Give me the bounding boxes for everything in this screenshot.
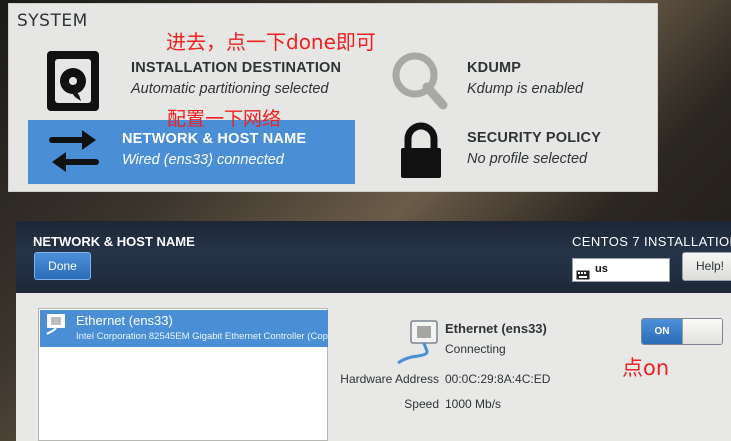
device-connection-status: Connecting — [445, 342, 506, 356]
padlock-icon — [389, 119, 453, 183]
spoke-kdump[interactable]: KDUMP Kdump is enabled — [389, 49, 639, 113]
device-name: Ethernet (ens33) — [76, 313, 173, 328]
hardware-address-value: 00:0C:29:8A:4C:ED — [445, 372, 551, 386]
ethernet-icon — [45, 313, 67, 335]
toggle-on-label: ON — [642, 319, 682, 344]
connection-toggle-switch[interactable]: ON — [641, 318, 723, 345]
keyboard-icon — [576, 265, 590, 280]
spoke-title: NETWORK & HOST NAME — [122, 131, 307, 147]
magnifier-icon — [389, 49, 453, 113]
network-page-title: NETWORK & HOST NAME — [33, 234, 195, 249]
spoke-security-policy[interactable]: SECURITY POLICY No profile selected — [389, 119, 639, 183]
spoke-title: INSTALLATION DESTINATION — [131, 60, 342, 76]
device-detail-name: Ethernet (ens33) — [445, 321, 547, 336]
annotation-enter-done: 进去，点一下done即可 — [166, 30, 376, 54]
spoke-title: SECURITY POLICY — [467, 130, 602, 146]
network-arrows-icon — [42, 120, 106, 184]
spoke-status: Automatic partitioning selected — [131, 81, 329, 97]
disk-icon — [45, 49, 109, 113]
hardware-address-label: Hardware Address — [340, 372, 439, 386]
help-button[interactable]: Help! — [682, 252, 731, 281]
device-description: Intel Corporation 82545EM Gigabit Ethern… — [76, 331, 328, 342]
annotation-configure-network: 配置一下网络 — [167, 108, 282, 130]
installation-title: CENTOS 7 INSTALLATION — [572, 234, 731, 249]
done-button[interactable]: Done — [34, 252, 91, 280]
keyboard-layout-indicator[interactable]: us — [572, 258, 670, 282]
toggle-knob[interactable] — [682, 319, 722, 344]
spoke-title: KDUMP — [467, 60, 522, 76]
annotation-click-on: 点on — [622, 356, 670, 380]
system-panel: SYSTEM INSTALLATION DESTINATION Automati… — [8, 3, 658, 192]
spoke-status: Kdump is enabled — [467, 81, 584, 97]
device-list-item[interactable]: Ethernet (ens33) Intel Corporation 82545… — [40, 310, 328, 347]
network-header-bar: NETWORK & HOST NAME Done CENTOS 7 INSTAL… — [16, 221, 731, 293]
speed-label: Speed — [404, 397, 439, 411]
spoke-status: No profile selected — [467, 151, 588, 167]
device-list: Ethernet (ens33) Intel Corporation 82545… — [38, 308, 328, 441]
speed-value: 1000 Mb/s — [445, 397, 502, 411]
ethernet-large-icon — [396, 320, 444, 365]
spoke-status: Wired (ens33) connected — [122, 152, 284, 168]
system-section-title: SYSTEM — [17, 11, 88, 31]
keyboard-layout-label: us — [595, 263, 608, 275]
network-window: NETWORK & HOST NAME Done CENTOS 7 INSTAL… — [16, 221, 731, 441]
